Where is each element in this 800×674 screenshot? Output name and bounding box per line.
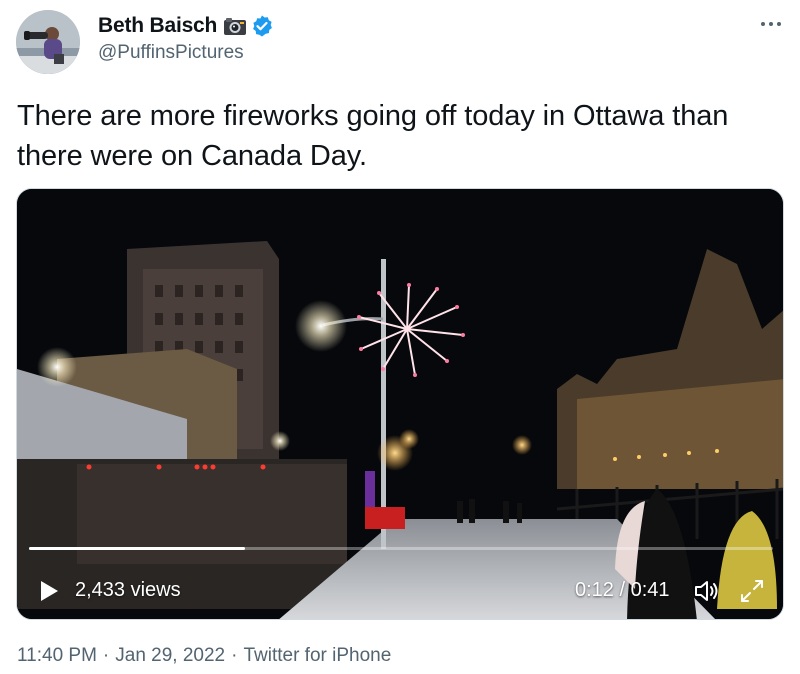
tweet-text: There are more fireworks going off today…	[17, 100, 729, 172]
fullscreen-icon[interactable]	[739, 578, 765, 604]
video-player[interactable]: 2,433 views 0:12 / 0:41	[16, 188, 784, 620]
view-count: 2,433 views	[75, 579, 181, 601]
name-row: Beth Baisch	[98, 13, 274, 39]
volume-icon[interactable]	[693, 578, 721, 604]
tweet-date[interactable]: Jan 29, 2022	[115, 645, 225, 666]
more-options-icon[interactable]	[758, 14, 784, 34]
separator: ·	[102, 645, 110, 666]
tweet-source[interactable]: Twitter for iPhone	[243, 645, 391, 666]
tweet-metadata: 11:40 PM · Jan 29, 2022 · Twitter for iPhone	[17, 645, 391, 667]
avatar-photo	[16, 10, 80, 74]
verified-badge-icon	[250, 14, 274, 38]
progress-bar[interactable]	[29, 547, 773, 550]
separator: ·	[231, 645, 238, 666]
tweet-time[interactable]: 11:40 PM	[17, 645, 97, 666]
tweet-card: Beth Baisch @PuffinsPictures There are m…	[0, 0, 800, 674]
video-frame	[17, 189, 783, 619]
play-icon[interactable]	[39, 580, 59, 602]
handle[interactable]: @PuffinsPictures	[98, 42, 274, 64]
display-name[interactable]: Beth Baisch	[98, 14, 217, 38]
video-time: 0:12 / 0:41	[575, 579, 670, 601]
avatar[interactable]	[16, 10, 80, 74]
progress-fill	[29, 547, 245, 550]
author-block: Beth Baisch @PuffinsPictures	[98, 13, 274, 64]
camera-emoji-icon	[223, 15, 247, 37]
